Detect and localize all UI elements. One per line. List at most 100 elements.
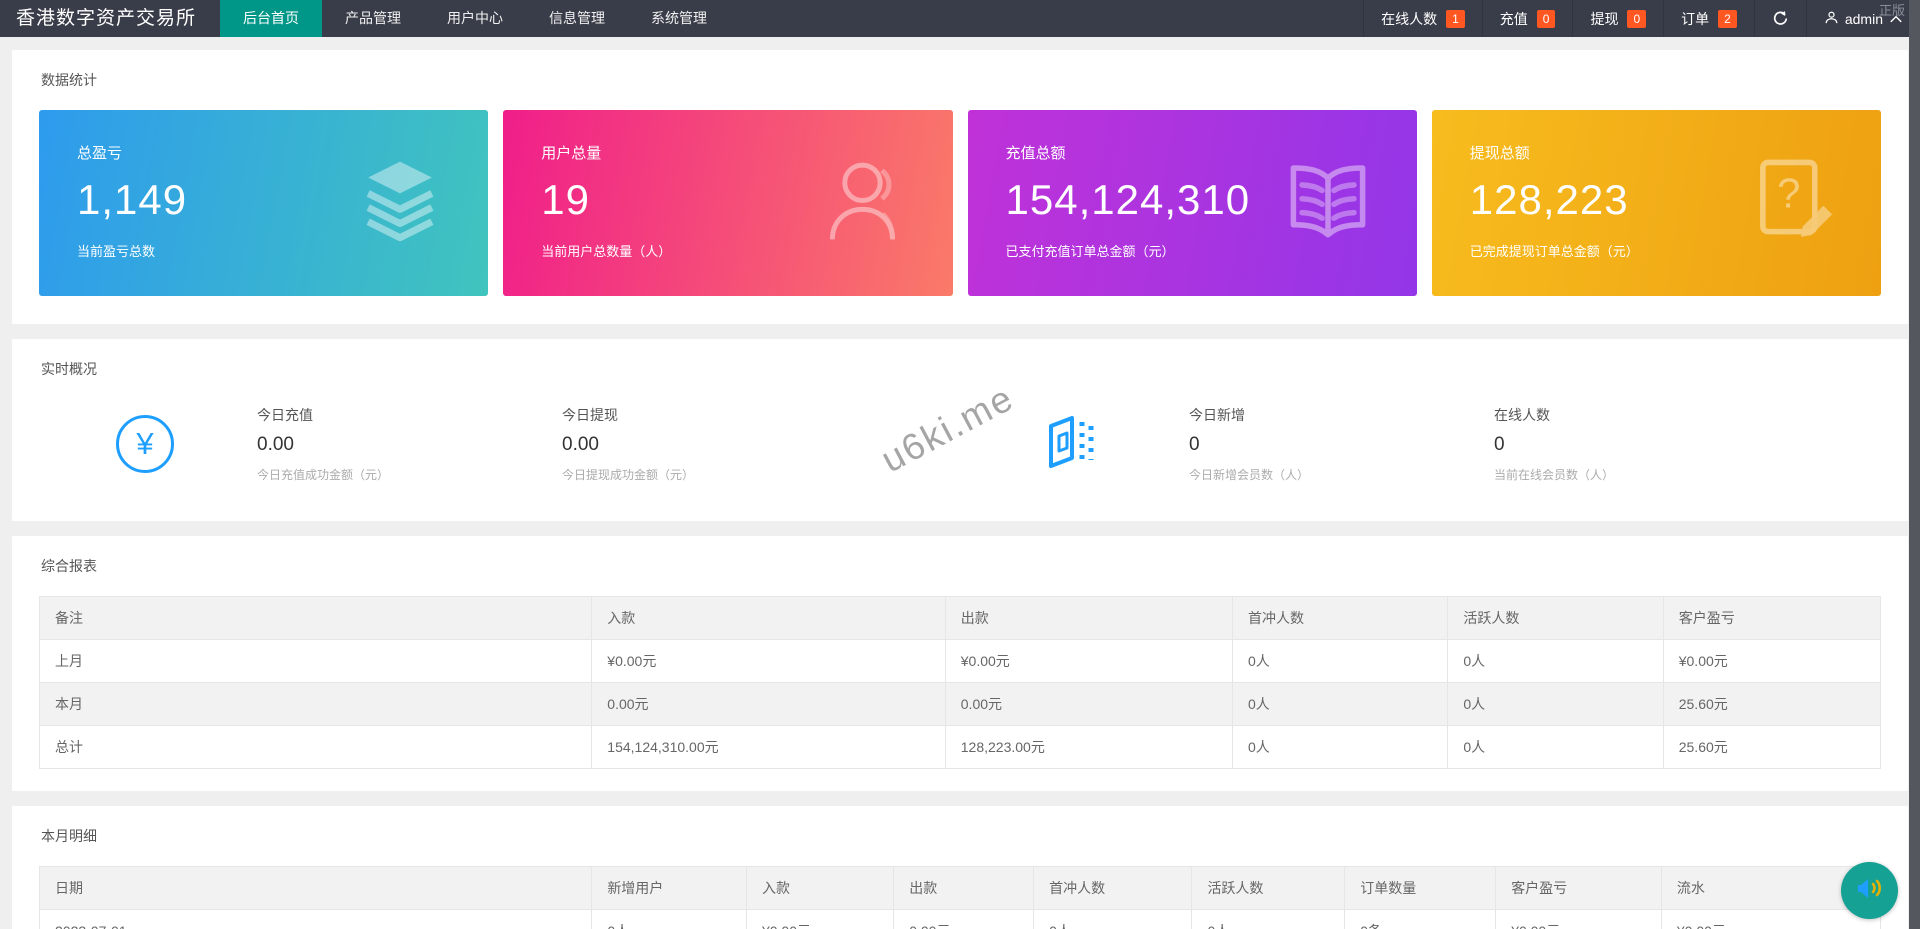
recharge-badge: 0 bbox=[1536, 9, 1556, 28]
report-panel-title: 综合报表 bbox=[41, 558, 97, 574]
cell: 154,124,310.00元 bbox=[591, 725, 946, 769]
cell: 总计 bbox=[38, 725, 593, 769]
stat-caption: 今日新增会员数（人） bbox=[1189, 468, 1310, 482]
orders-label: 订单 bbox=[1681, 10, 1710, 27]
svg-text:?: ? bbox=[1777, 169, 1800, 216]
stat-caption: 今日提现成功金额（元） bbox=[562, 468, 695, 482]
open-book-icon bbox=[1283, 159, 1373, 248]
col-header: 客户盈亏 bbox=[1495, 866, 1662, 910]
stats-panel-title: 数据统计 bbox=[41, 72, 97, 88]
tab-user-center[interactable]: 用户中心 bbox=[424, 0, 526, 37]
orders-item[interactable]: 订单 2 bbox=[1663, 0, 1754, 37]
cell: 128,223.00元 bbox=[944, 725, 1233, 769]
total-users-card: 用户总量 19 当前用户总数量（人） bbox=[503, 110, 953, 296]
yen-circle-icon: ¥ bbox=[116, 415, 174, 473]
col-header: 入款 bbox=[591, 596, 946, 640]
user-icon bbox=[823, 155, 909, 252]
online-count-item[interactable]: 在线人数 1 bbox=[1363, 0, 1482, 37]
vertical-scrollbar[interactable] bbox=[1909, 0, 1920, 929]
col-header: 活跃人数 bbox=[1191, 866, 1346, 910]
realtime-row: ¥ 今日充值 0.00 今日充值成功金额（元） 今日提现 0.00 今日提现成功… bbox=[30, 399, 1890, 505]
tab-dashboard[interactable]: 后台首页 bbox=[220, 0, 323, 37]
col-header: 首冲人数 bbox=[1231, 596, 1449, 640]
top-navbar: 香港数字资产交易所 后台首页 产品管理 用户中心 信息管理 系统管理 在线人数 … bbox=[0, 0, 1920, 37]
withdraw-badge: 0 bbox=[1627, 9, 1647, 28]
today-withdraw-stat: 今日提现 0.00 今日提现成功金额（元） bbox=[562, 405, 867, 483]
cell: 2023-07-01 bbox=[38, 909, 593, 929]
navbar-status-area: 在线人数 1 充值 0 提现 0 订单 2 admin bbox=[1363, 0, 1920, 37]
refresh-icon bbox=[1772, 10, 1789, 27]
cell: 上月 bbox=[38, 639, 593, 683]
cell: ¥0.00元 bbox=[944, 639, 1233, 683]
layers-icon bbox=[356, 155, 444, 252]
stat-value: 0.00 bbox=[257, 434, 294, 455]
col-header: 入款 bbox=[745, 866, 895, 910]
user-icon bbox=[1824, 10, 1839, 28]
report-table: 备注 入款 出款 首冲人数 活跃人数 客户盈亏 上月 ¥0.00元 ¥0.00元… bbox=[38, 596, 1882, 769]
stat-value: 0.00 bbox=[562, 434, 599, 455]
refresh-button[interactable] bbox=[1753, 0, 1806, 37]
cell: 0人 bbox=[1447, 682, 1664, 726]
speaker-icon bbox=[1854, 872, 1886, 909]
main-nav-tabs: 后台首页 产品管理 用户中心 信息管理 系统管理 bbox=[220, 0, 730, 37]
table-row: 本月 0.00元 0.00元 0人 0人 25.60元 bbox=[38, 682, 1882, 726]
cell: 0条 bbox=[1344, 909, 1497, 929]
col-header: 首冲人数 bbox=[1033, 866, 1193, 910]
online-count-label: 在线人数 bbox=[1381, 10, 1438, 27]
cell: 0.00元 bbox=[944, 682, 1233, 726]
cell: 0.00元 bbox=[591, 682, 946, 726]
username: admin bbox=[1844, 10, 1883, 27]
total-pl-card: 总盈亏 1,149 当前盈亏总数 bbox=[39, 110, 489, 296]
cell: 0人 bbox=[1231, 682, 1449, 726]
tab-information[interactable]: 信息管理 bbox=[526, 0, 628, 37]
total-withdraw-card: 提现总额 128,223 已完成提现订单总金额（元） ? bbox=[1431, 110, 1881, 296]
stat-label: 今日新增 bbox=[1189, 407, 1245, 423]
table-row: 上月 ¥0.00元 ¥0.00元 0人 0人 ¥0.00元 bbox=[38, 639, 1882, 683]
cell: ¥0.00元 bbox=[745, 909, 895, 929]
cell: ¥0.00元 bbox=[1660, 909, 1882, 929]
cell: 0人 bbox=[1447, 725, 1664, 769]
cell: ¥0.00元 bbox=[591, 639, 946, 683]
col-header: 订单数量 bbox=[1344, 866, 1497, 910]
building-icon bbox=[1044, 413, 1096, 476]
withdraw-label: 提现 bbox=[1590, 10, 1619, 27]
cell: 0人 bbox=[1231, 639, 1449, 683]
col-header: 备注 bbox=[38, 596, 593, 640]
detail-panel-title: 本月明细 bbox=[41, 828, 97, 844]
withdraw-item[interactable]: 提现 0 bbox=[1572, 0, 1663, 37]
cell: 0人 bbox=[1447, 639, 1664, 683]
page-content: 数据统计 总盈亏 1,149 当前盈亏总数 用户总量 19 当前用户总数量（人）… bbox=[0, 37, 1920, 929]
stat-value: 0 bbox=[1494, 434, 1505, 455]
stat-caption: 今日充值成功金额（元） bbox=[257, 468, 390, 482]
cell: 25.60元 bbox=[1662, 682, 1882, 726]
recharge-label: 充值 bbox=[1499, 10, 1528, 27]
tab-system[interactable]: 系统管理 bbox=[628, 0, 730, 37]
stat-label: 今日充值 bbox=[257, 407, 313, 423]
online-users-stat: 在线人数 0 当前在线会员数（人） bbox=[1494, 405, 1799, 483]
realtime-panel-title: 实时概况 bbox=[41, 361, 97, 377]
table-row: 总计 154,124,310.00元 128,223.00元 0人 0人 25.… bbox=[38, 725, 1882, 769]
report-panel: 综合报表 备注 入款 出款 首冲人数 活跃人数 客户盈亏 上月 ¥0.00元 ¥… bbox=[12, 536, 1908, 791]
stat-value: 0 bbox=[1189, 434, 1200, 455]
realtime-panel: 实时概况 ¥ 今日充值 0.00 今日充值成功金额（元） 今日提现 0.00 今… bbox=[12, 339, 1908, 521]
detail-header-row: 日期 新增用户 入款 出款 首冲人数 活跃人数 订单数量 客户盈亏 流水 bbox=[38, 866, 1882, 910]
cell: 本月 bbox=[38, 682, 593, 726]
cell: 0人 bbox=[1033, 909, 1193, 929]
detail-table: 日期 新增用户 入款 出款 首冲人数 活跃人数 订单数量 客户盈亏 流水 202… bbox=[38, 866, 1882, 929]
stat-caption: 当前在线会员数（人） bbox=[1494, 468, 1615, 482]
recharge-item[interactable]: 充值 0 bbox=[1481, 0, 1573, 37]
table-row: 2023-07-01 0人 ¥0.00元 0.00元 0人 0人 0条 ¥0.0… bbox=[38, 909, 1882, 929]
col-header: 出款 bbox=[893, 866, 1035, 910]
orders-badge: 2 bbox=[1718, 9, 1737, 28]
col-header: 新增用户 bbox=[591, 866, 747, 910]
detail-panel: 本月明细 日期 新增用户 入款 出款 首冲人数 活跃人数 订单数量 客户盈亏 流… bbox=[12, 806, 1908, 929]
tab-products[interactable]: 产品管理 bbox=[322, 0, 424, 37]
report-header-row: 备注 入款 出款 首冲人数 活跃人数 客户盈亏 bbox=[38, 596, 1882, 640]
stats-panel: 数据统计 总盈亏 1,149 当前盈亏总数 用户总量 19 当前用户总数量（人）… bbox=[12, 50, 1908, 324]
stat-cards-row: 总盈亏 1,149 当前盈亏总数 用户总量 19 当前用户总数量（人） 充值总额… bbox=[30, 110, 1890, 308]
total-recharge-card: 充值总额 154,124,310 已支付充值订单总金额（元） bbox=[967, 110, 1417, 296]
col-header: 出款 bbox=[944, 596, 1233, 640]
cell: 0.00元 bbox=[893, 909, 1035, 929]
audio-notification-button[interactable] bbox=[1841, 862, 1898, 919]
document-question-icon: ? bbox=[1751, 156, 1837, 251]
